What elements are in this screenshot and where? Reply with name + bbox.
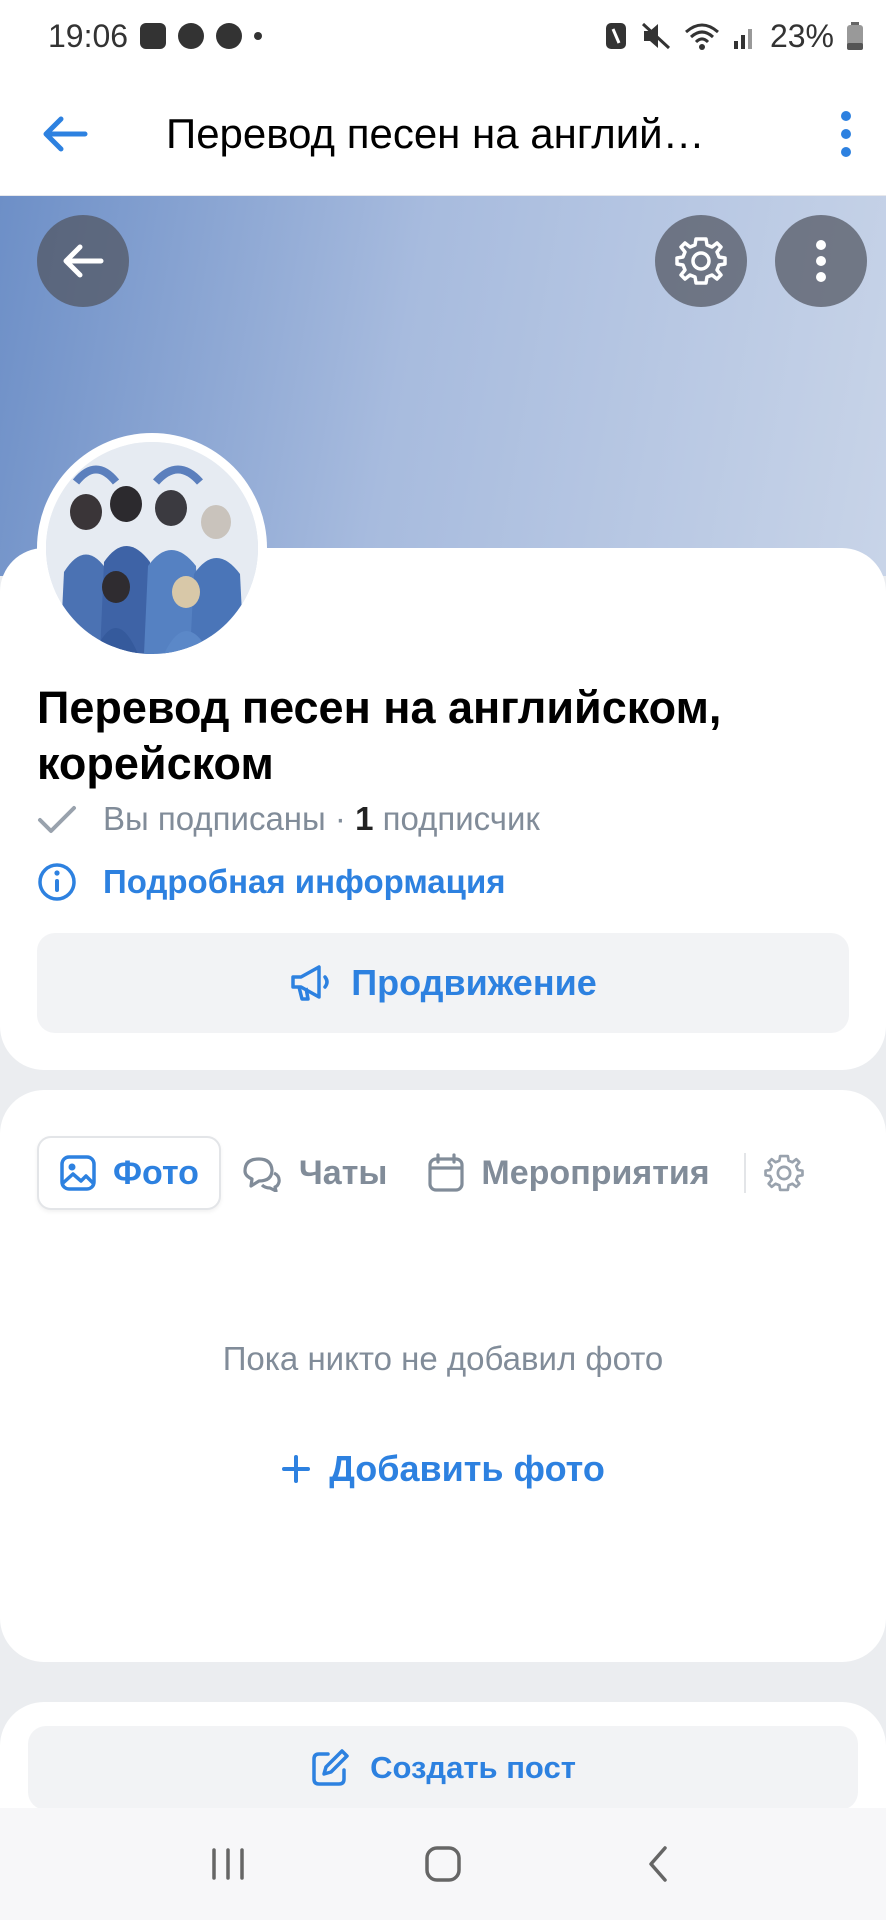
gallery-notification-icon [140, 23, 167, 49]
image-icon [60, 1155, 96, 1191]
cover-back-button[interactable] [37, 215, 129, 307]
calendar-icon [428, 1153, 465, 1192]
system-navigation-bar [0, 1808, 886, 1920]
status-time: 19:06 [48, 17, 129, 54]
add-photo-button[interactable]: Добавить фото [0, 1448, 886, 1490]
subscriber-count: 1 [355, 800, 374, 837]
subscribed-label: Вы подписаны [103, 800, 326, 837]
megaphone-icon [291, 965, 330, 1001]
detailed-info-link[interactable]: Подробная информация [37, 862, 506, 902]
signal-icon [733, 29, 752, 49]
status-right: 23% [604, 18, 864, 55]
cover-more-button[interactable] [775, 215, 867, 307]
home-icon [425, 1846, 461, 1882]
avatar-photo [46, 442, 258, 654]
cover-settings-button[interactable] [655, 215, 747, 307]
subscriber-word: подписчик [382, 800, 540, 837]
tab-label: Мероприятия [481, 1153, 710, 1192]
promotion-button[interactable]: Продвижение [37, 933, 849, 1033]
chevron-left-icon [649, 1846, 668, 1882]
detailed-info-label: Подробная информация [103, 863, 506, 900]
subscription-text: Вы подписаны · 1 подписчик [103, 800, 540, 838]
plus-icon [282, 1455, 311, 1483]
z-app-notification-icon [178, 23, 205, 49]
gear-icon [763, 1154, 804, 1192]
add-photo-label: Добавить фото [329, 1448, 605, 1489]
tabs-divider [743, 1153, 746, 1193]
content-tabs: Фото Чаты Мероприятия [37, 1136, 804, 1210]
promotion-label: Продвижение [351, 962, 597, 1003]
arrow-left-icon [43, 116, 88, 151]
arrow-left-icon [63, 244, 104, 278]
system-back-button[interactable] [598, 1824, 718, 1904]
tab-label: Фото [113, 1153, 199, 1192]
recent-apps-button[interactable] [168, 1824, 288, 1904]
create-post-label: Создать пост [370, 1750, 576, 1785]
recent-apps-icon [211, 1848, 244, 1880]
mute-icon [641, 22, 670, 50]
create-post-button[interactable]: Создать пост [28, 1726, 858, 1810]
back-button[interactable] [0, 72, 130, 196]
tab-events[interactable]: Мероприятия [407, 1136, 729, 1210]
subscription-status: Вы подписаны · 1 подписчик [37, 800, 540, 838]
more-menu-button[interactable] [806, 72, 886, 196]
gear-icon [675, 237, 727, 285]
status-bar: 19:06 23% [0, 0, 886, 72]
check-icon [38, 806, 76, 833]
group-name: Перевод песен на английском, корейском [37, 682, 722, 789]
group-avatar[interactable] [37, 433, 267, 663]
info-icon [38, 863, 76, 901]
subscription-separator: · [325, 800, 356, 837]
home-button[interactable] [383, 1824, 503, 1904]
nfc-icon [605, 23, 626, 49]
page-title: Перевод песен на англий… [166, 109, 705, 157]
z-app-notification-icon-2 [216, 23, 243, 49]
tab-chats[interactable]: Чаты [221, 1136, 408, 1210]
battery-icon [847, 22, 863, 50]
tab-photos[interactable]: Фото [37, 1136, 221, 1210]
create-post-card: Создать пост [0, 1702, 886, 1822]
battery-percent: 23% [769, 17, 834, 54]
avatar-group-photo-icon [46, 442, 258, 654]
top-app-bar: Перевод песен на англий… [0, 72, 886, 196]
edit-icon [312, 1749, 349, 1786]
empty-photos-text: Пока никто не добавил фото [222, 1340, 664, 1377]
chat-icon [243, 1157, 281, 1192]
more-vertical-icon [841, 110, 851, 157]
more-notifications-dot-icon [254, 32, 263, 40]
wifi-icon [684, 23, 719, 50]
more-vertical-icon [816, 240, 826, 282]
tab-label: Чаты [298, 1153, 388, 1192]
tabs-settings-button[interactable] [763, 1153, 804, 1193]
status-left: 19:06 [48, 17, 263, 55]
